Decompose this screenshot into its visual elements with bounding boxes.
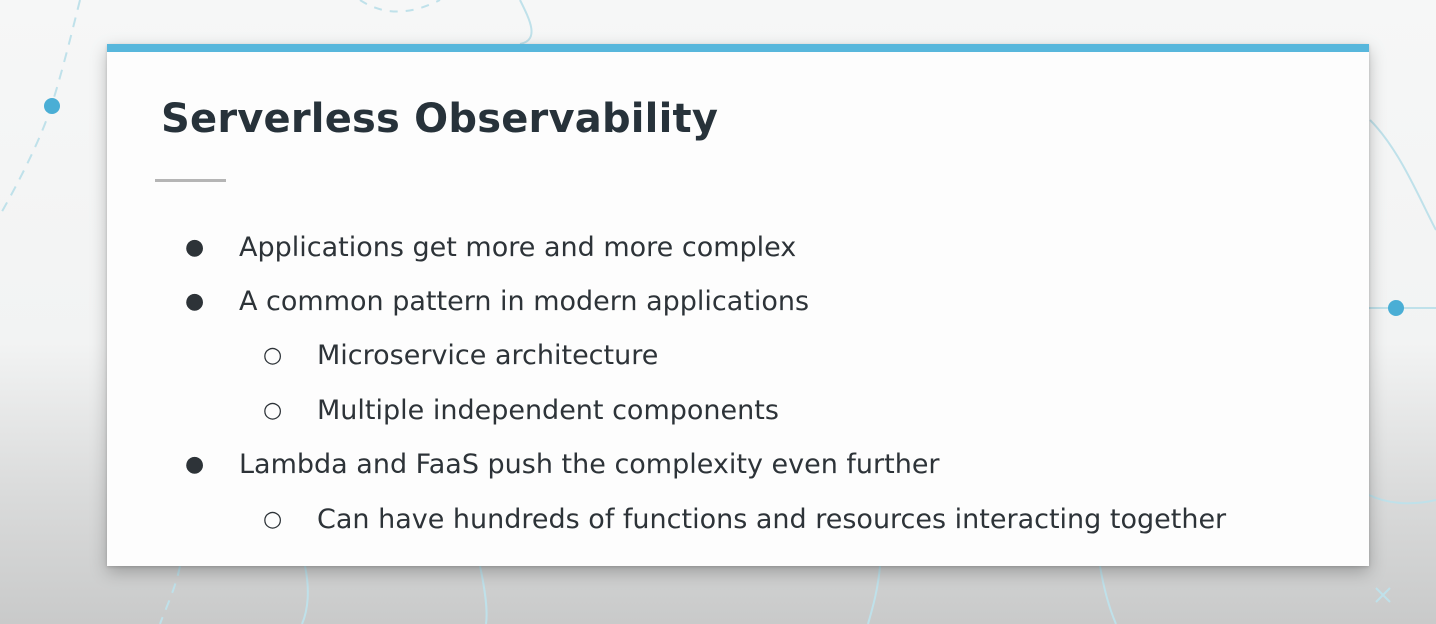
bullet-text: Applications get more and more complex <box>239 232 797 263</box>
sub-bullet-text: Multiple independent components <box>317 395 779 426</box>
bullet-marker: ● <box>185 289 205 314</box>
sub-bullet-marker: ○ <box>263 343 283 368</box>
sub-bullet-text: Microservice architecture <box>317 340 659 371</box>
slide-accent-bar <box>107 44 1369 52</box>
slide-card: Serverless Observability ● Applications … <box>107 44 1369 566</box>
sub-bullet-marker: ○ <box>263 398 283 423</box>
bullet-text: A common pattern in modern applications <box>239 286 810 317</box>
bullet-marker: ● <box>185 452 205 477</box>
bullet-marker: ● <box>185 235 205 260</box>
bullet-text: Lambda and FaaS push the complexity even… <box>239 449 940 480</box>
title-divider <box>155 179 226 182</box>
slide-title: Serverless Observability <box>161 96 719 142</box>
sub-bullet-text: Can have hundreds of functions and resou… <box>317 504 1227 535</box>
sub-bullet-marker: ○ <box>263 507 283 532</box>
